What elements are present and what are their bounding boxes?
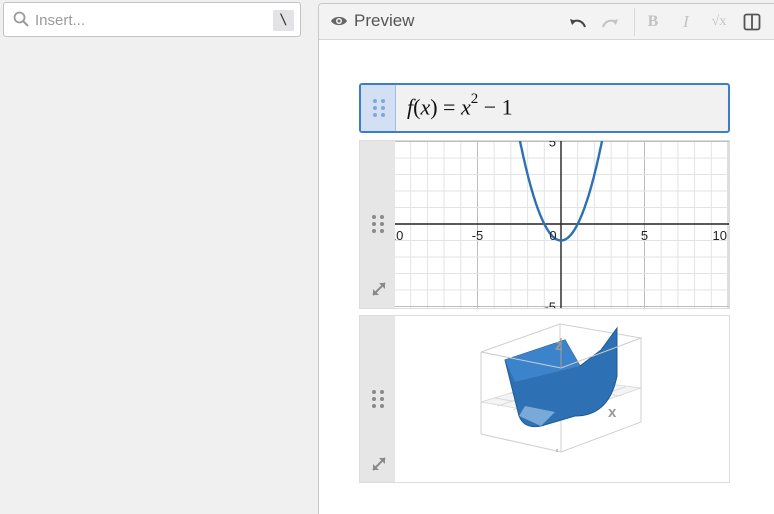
expand-icon[interactable]: [370, 455, 388, 473]
x-tick-label: -10: [395, 228, 403, 243]
search-box[interactable]: Insert... \: [3, 2, 301, 37]
graph-3d-gutter: [360, 316, 395, 482]
expand-icon[interactable]: [370, 280, 388, 298]
redo-icon: [602, 19, 618, 28]
preview-panel: Preview B I √x f(x) = x2 − 1 0 -5 0 5 10…: [318, 3, 774, 514]
graph-2d-gutter: [360, 141, 395, 308]
preview-title: Preview: [354, 11, 415, 30]
preview-toolbar: Preview B I √x: [319, 4, 774, 40]
expression-card[interactable]: f(x) = x2 − 1: [359, 83, 730, 133]
search-icon: [13, 11, 29, 27]
z-axis-label: z: [555, 337, 563, 354]
graph-2d-plot[interactable]: -10 -5 0 5 10 5 -5: [395, 141, 729, 308]
undo-button[interactable]: [567, 12, 589, 32]
drag-handle-icon[interactable]: [371, 214, 385, 234]
drag-handle-icon: [373, 99, 385, 117]
toolbar-divider: [634, 8, 635, 36]
undo-icon: [570, 19, 586, 28]
italic-button[interactable]: I: [676, 12, 696, 32]
rhs-tail: − 1: [483, 94, 513, 120]
drag-handle-icon[interactable]: [371, 389, 385, 409]
rhs-variable: x: [460, 94, 471, 120]
graph-3d-card: z x: [359, 315, 730, 483]
split-view-icon: [743, 13, 761, 31]
eye-icon: [331, 16, 347, 26]
expression-drag-handle[interactable]: [361, 85, 396, 131]
graph-2d-card: -10 -5 0 5 10 5 -5: [359, 140, 730, 309]
x-axis-label: x: [608, 404, 617, 421]
exponent: 2: [470, 91, 479, 107]
function-variable: x: [420, 94, 431, 120]
sqrt-button[interactable]: √x: [707, 12, 731, 32]
x-tick-label: -5: [472, 228, 484, 243]
y-tick-label: 5: [549, 141, 556, 150]
search-placeholder: Insert...: [35, 12, 86, 29]
bold-button[interactable]: B: [643, 12, 663, 32]
shortcut-key: \: [273, 10, 294, 31]
split-view-button[interactable]: [743, 12, 761, 32]
graph-3d-plot[interactable]: z x: [395, 316, 729, 482]
x-tick-label: 10: [713, 228, 727, 243]
y-tick-label: -5: [544, 300, 556, 309]
x-tick-label: 5: [641, 228, 648, 243]
math-expression[interactable]: f(x) = x2 − 1: [407, 91, 513, 120]
redo-button[interactable]: [599, 12, 621, 32]
function-name: f: [407, 94, 414, 120]
x-tick-label: 0: [549, 228, 556, 243]
